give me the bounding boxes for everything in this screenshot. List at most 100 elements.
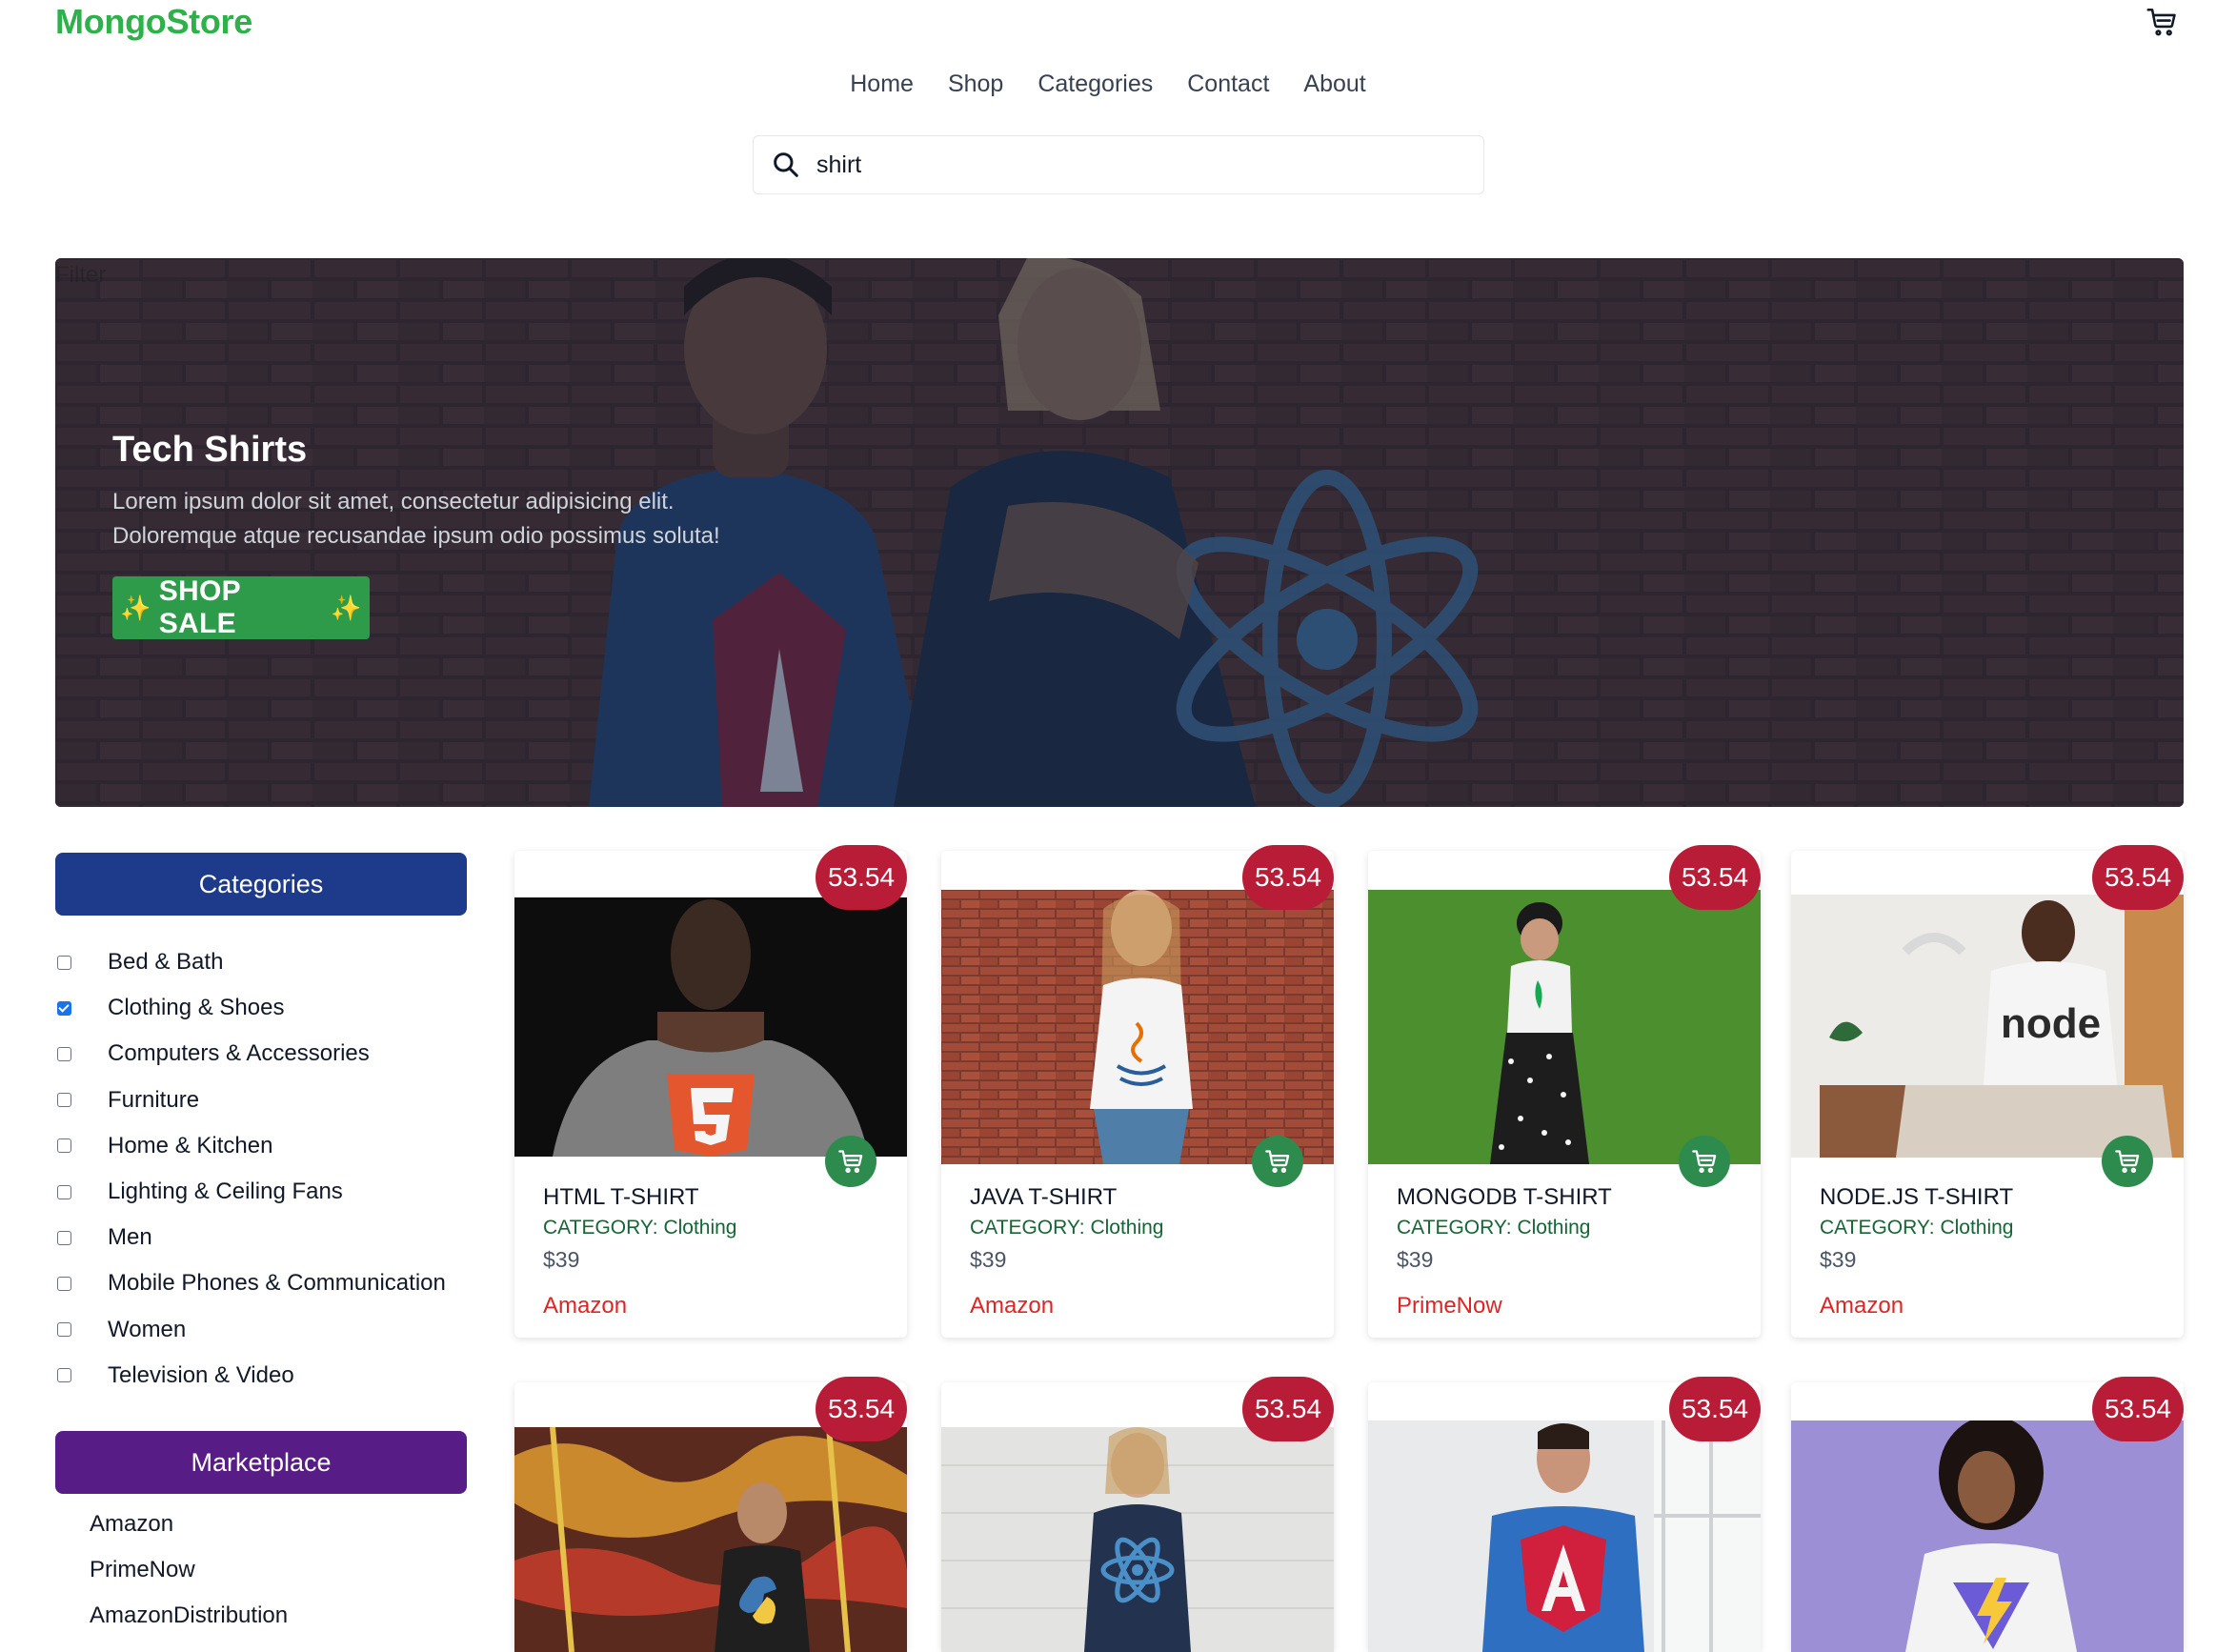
category-prefix: CATEGORY:: [1397, 1217, 1512, 1239]
category-item[interactable]: Clothing & Shoes: [55, 985, 446, 1031]
hero-text-line2: Doloremque atque recusandae ipsum odio p…: [112, 523, 720, 549]
checkbox[interactable]: [57, 1276, 71, 1291]
product-store[interactable]: Amazon: [1820, 1293, 1904, 1320]
product-image[interactable]: [941, 1427, 1334, 1652]
add-to-cart-button[interactable]: [825, 1136, 876, 1187]
checkbox[interactable]: [57, 1093, 71, 1108]
category-item[interactable]: Lighting & Ceiling Fans: [55, 1169, 446, 1215]
product-name[interactable]: HTML T-SHIRT: [543, 1184, 699, 1211]
category-item[interactable]: Bed & Bath: [55, 939, 446, 985]
checkbox[interactable]: [57, 1138, 71, 1154]
category-label: Bed & Bath: [108, 949, 224, 976]
cart-icon: [1265, 1150, 1290, 1174]
product-category: CATEGORY: Clothing: [543, 1217, 737, 1239]
hero-title: Tech Shirts: [112, 430, 308, 470]
category-value: Clothing: [663, 1217, 737, 1239]
hero-text-line1: Lorem ipsum dolor sit amet, consectetur …: [112, 489, 675, 514]
shop-sale-label: SHOP SALE: [158, 575, 241, 639]
search-icon: [774, 152, 798, 177]
product-price: $39: [970, 1247, 1007, 1272]
category-item[interactable]: Men: [55, 1215, 446, 1260]
product-category: CATEGORY: Clothing: [1397, 1217, 1591, 1239]
product-image[interactable]: [1368, 890, 1761, 1164]
category-value: Clothing: [1090, 1217, 1164, 1239]
checkbox[interactable]: [57, 1368, 71, 1383]
product-price: $39: [543, 1247, 580, 1272]
category-item[interactable]: Furniture: [55, 1078, 446, 1123]
product-image[interactable]: [941, 890, 1334, 1164]
product-card[interactable]: 53.54 JAVA T-SHIRT CATEGORY: Clothing $3…: [941, 845, 1334, 1338]
checkbox[interactable]: [57, 1230, 71, 1245]
checkbox[interactable]: [57, 1322, 71, 1338]
marketplace-header: Marketplace: [55, 1431, 467, 1494]
category-label: Clothing & Shoes: [108, 995, 285, 1021]
add-to-cart-button[interactable]: [1679, 1136, 1730, 1187]
product-card[interactable]: 53.54 MONGODB T-SHIRT CATEGORY: Clothing…: [1368, 845, 1761, 1338]
search-input[interactable]: [815, 150, 1447, 180]
product-image[interactable]: [1791, 1420, 2184, 1652]
discount-badge: 53.54: [1242, 845, 1334, 910]
category-value: Clothing: [1517, 1217, 1591, 1239]
filter-label: Filter: [55, 262, 107, 288]
category-item[interactable]: Mobile Phones & Communication: [55, 1260, 446, 1306]
category-list: Bed & Bath Clothing & Shoes Computers & …: [55, 939, 446, 1399]
category-item[interactable]: Women: [55, 1307, 446, 1353]
search-bar[interactable]: [753, 135, 1484, 194]
category-item[interactable]: Television & Video: [55, 1353, 446, 1399]
discount-badge: 53.54: [2092, 1377, 2184, 1441]
category-prefix: CATEGORY:: [970, 1217, 1085, 1239]
add-to-cart-button[interactable]: [2102, 1136, 2153, 1187]
product-card[interactable]: 53.54: [941, 1377, 1334, 1652]
product-category: CATEGORY: Clothing: [1820, 1217, 2014, 1239]
category-label: Mobile Phones & Communication: [108, 1270, 446, 1297]
discount-badge: 53.54: [1669, 845, 1761, 910]
product-image[interactable]: [1368, 1420, 1761, 1652]
cart-icon: [838, 1150, 863, 1174]
checkbox[interactable]: [57, 955, 71, 970]
discount-badge: 53.54: [1242, 1377, 1334, 1441]
product-price: $39: [1820, 1247, 1857, 1272]
product-name[interactable]: MONGODB T-SHIRT: [1397, 1184, 1612, 1211]
product-name[interactable]: JAVA T-SHIRT: [970, 1184, 1117, 1211]
categories-header: Categories: [55, 853, 467, 916]
add-to-cart-button[interactable]: [1252, 1136, 1303, 1187]
product-price: $39: [1397, 1247, 1434, 1272]
nav-about[interactable]: About: [1303, 69, 1365, 100]
nav-categories[interactable]: Categories: [1037, 69, 1153, 100]
product-card[interactable]: node 53.54 NODE.JS T-SHIRT CATEGORY: Clo…: [1791, 845, 2184, 1338]
category-item[interactable]: Computers & Accessories: [55, 1031, 446, 1077]
product-name[interactable]: NODE.JS T-SHIRT: [1820, 1184, 2013, 1211]
cart-icon: [2115, 1150, 2140, 1174]
product-card[interactable]: 53.54: [514, 1377, 907, 1652]
checkbox[interactable]: [57, 1046, 71, 1061]
cart-icon[interactable]: [2145, 6, 2178, 38]
hero-banner: Filter Tech Shirts Lorem ipsum dolor sit…: [55, 258, 2184, 807]
sparkle-icon: ✨: [331, 593, 362, 622]
brand-logo[interactable]: MongoStore: [55, 2, 252, 42]
marketplace-item-amazon[interactable]: Amazon: [90, 1501, 288, 1547]
product-card[interactable]: 53.54 HTML T-SHIRT CATEGORY: Clothing $3…: [514, 845, 907, 1338]
product-image[interactable]: [514, 897, 907, 1157]
checkbox[interactable]: [57, 1000, 71, 1016]
product-category: CATEGORY: Clothing: [970, 1217, 1164, 1239]
nav-home[interactable]: Home: [850, 69, 914, 100]
product-image[interactable]: [514, 1427, 907, 1652]
nav-shop[interactable]: Shop: [948, 69, 1003, 100]
product-store[interactable]: PrimeNow: [1397, 1293, 1502, 1320]
product-card[interactable]: 53.54: [1368, 1377, 1761, 1652]
category-label: Lighting & Ceiling Fans: [108, 1179, 343, 1205]
product-card[interactable]: 53.54: [1791, 1377, 2184, 1652]
shop-sale-button[interactable]: ✨ SHOP SALE ✨: [112, 575, 370, 639]
product-image[interactable]: node: [1791, 895, 2184, 1158]
marketplace-list: Amazon PrimeNow AmazonDistribution: [90, 1501, 288, 1639]
category-item[interactable]: Home & Kitchen: [55, 1123, 446, 1169]
product-store[interactable]: Amazon: [543, 1293, 627, 1320]
category-label: Computers & Accessories: [108, 1040, 370, 1067]
checkbox[interactable]: [57, 1184, 71, 1199]
marketplace-item-primenow[interactable]: PrimeNow: [90, 1547, 288, 1593]
discount-badge: 53.54: [2092, 845, 2184, 910]
svg-text:node: node: [2001, 1000, 2101, 1047]
marketplace-item-amazondistribution[interactable]: AmazonDistribution: [90, 1593, 288, 1639]
nav-contact[interactable]: Contact: [1187, 69, 1269, 100]
product-store[interactable]: Amazon: [970, 1293, 1054, 1320]
